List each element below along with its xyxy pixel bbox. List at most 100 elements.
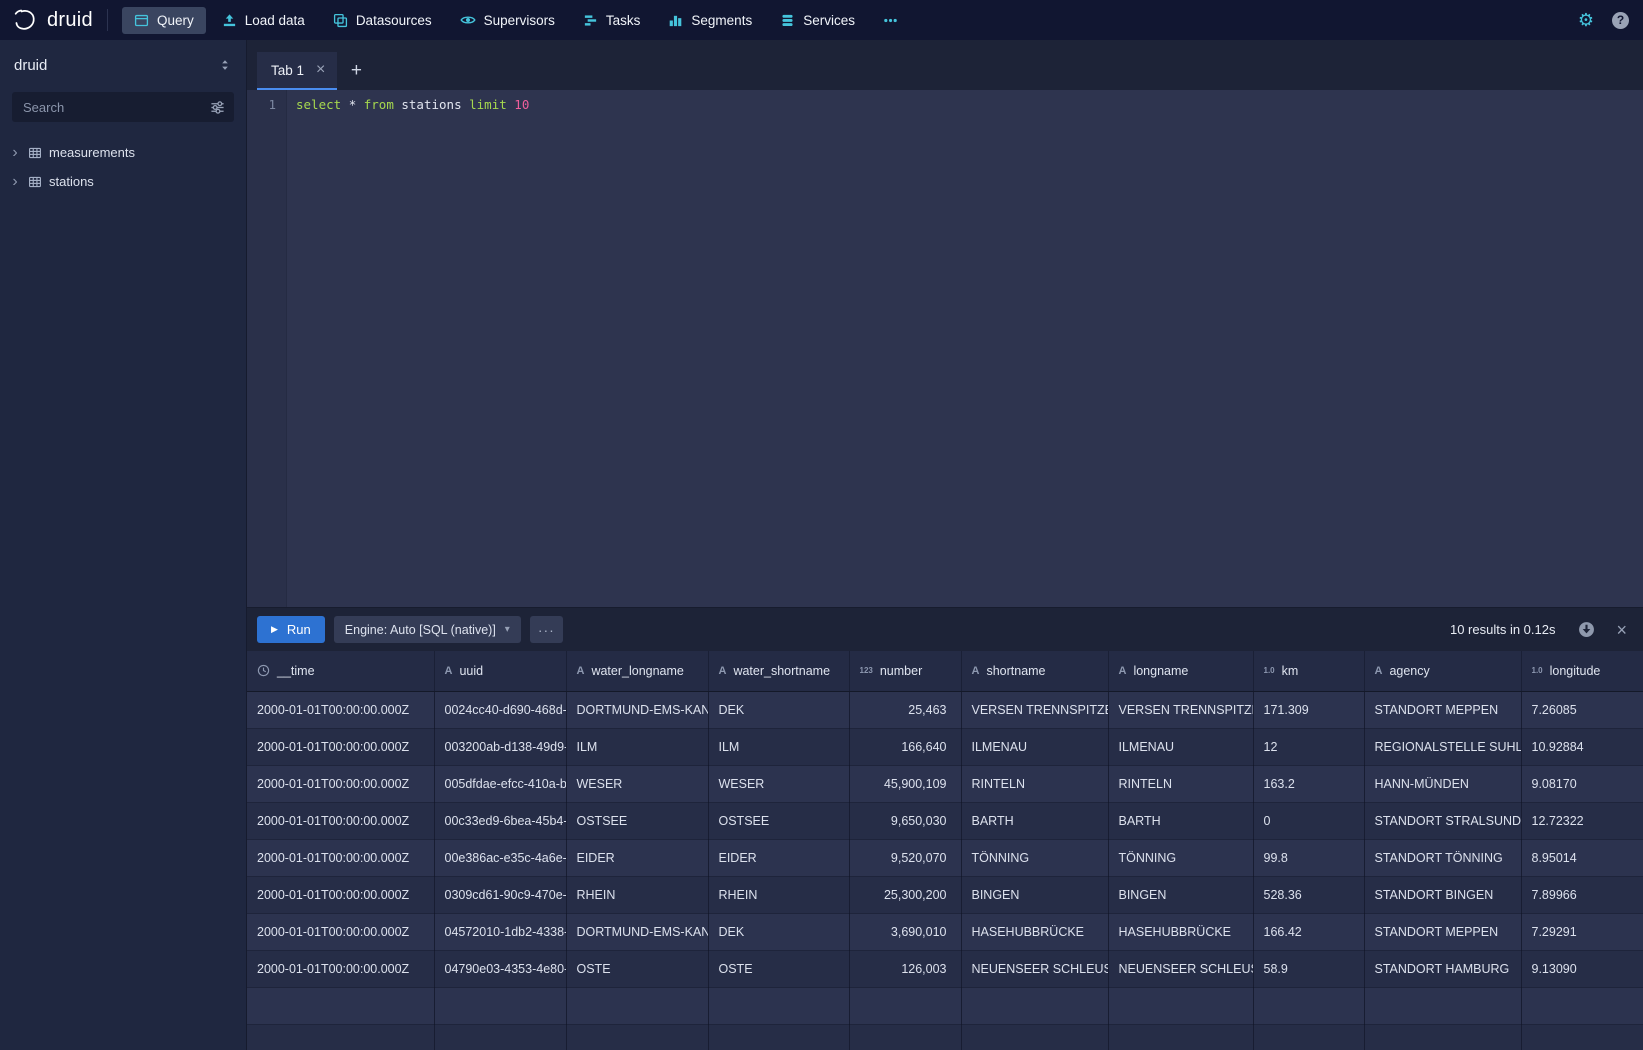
table-cell[interactable]: 528.36 bbox=[1253, 876, 1364, 913]
table-cell[interactable]: STANDORT MEPPEN bbox=[1364, 913, 1521, 950]
table-cell[interactable]: 58.9 bbox=[1253, 950, 1364, 987]
table-cell[interactable] bbox=[1364, 1024, 1521, 1050]
table-cell[interactable]: RHEIN bbox=[566, 876, 708, 913]
nav-item-datasources[interactable]: Datasources bbox=[321, 7, 444, 34]
table-cell[interactable]: EIDER bbox=[708, 839, 849, 876]
chevron-right-icon[interactable]: › bbox=[9, 145, 21, 161]
table-cell[interactable]: BARTH bbox=[961, 802, 1108, 839]
table-cell[interactable]: 2000-01-01T00:00:00.000Z bbox=[247, 876, 434, 913]
table-cell[interactable]: 0309cd61-90c9-470e-99 bbox=[434, 876, 566, 913]
run-button[interactable]: ▶ Run bbox=[257, 616, 325, 643]
column-header-longitude[interactable]: 1.0longitude bbox=[1521, 651, 1643, 691]
tab-1[interactable]: Tab 1 × bbox=[257, 52, 337, 90]
download-icon[interactable] bbox=[1578, 621, 1595, 638]
table-cell[interactable]: 003200ab-d138-49d9-a bbox=[434, 728, 566, 765]
table-cell[interactable]: DORTMUND-EMS-KANA bbox=[566, 691, 708, 728]
table-cell[interactable]: 7.29291 bbox=[1521, 913, 1643, 950]
table-cell[interactable]: DEK bbox=[708, 691, 849, 728]
table-cell[interactable]: 99.8 bbox=[1253, 839, 1364, 876]
table-cell[interactable]: 12.72322 bbox=[1521, 802, 1643, 839]
table-cell[interactable]: DORTMUND-EMS-KANA bbox=[566, 913, 708, 950]
table-cell[interactable] bbox=[247, 987, 434, 1024]
table-cell[interactable]: 9.13090 bbox=[1521, 950, 1643, 987]
table-cell[interactable] bbox=[434, 1024, 566, 1050]
nav-item-query[interactable]: Query bbox=[122, 7, 206, 34]
table-cell[interactable] bbox=[708, 987, 849, 1024]
table-cell[interactable]: 2000-01-01T00:00:00.000Z bbox=[247, 839, 434, 876]
settings-gear-icon[interactable]: ⚙ bbox=[1578, 11, 1594, 29]
column-header-km[interactable]: 1.0km bbox=[1253, 651, 1364, 691]
table-cell[interactable]: NEUENSEER SCHLEUSEN bbox=[1108, 950, 1253, 987]
table-cell[interactable] bbox=[961, 1024, 1108, 1050]
table-cell[interactable] bbox=[1108, 987, 1253, 1024]
table-cell[interactable] bbox=[708, 1024, 849, 1050]
table-cell[interactable]: HASEHUBBRÜCKE bbox=[1108, 913, 1253, 950]
table-cell[interactable]: 3,690,010 bbox=[849, 913, 961, 950]
table-cell[interactable] bbox=[961, 987, 1108, 1024]
table-cell[interactable]: WESER bbox=[708, 765, 849, 802]
tree-item-measurements[interactable]: ›measurements bbox=[0, 138, 246, 167]
table-cell[interactable] bbox=[1521, 1024, 1643, 1050]
column-header-uuid[interactable]: Auuid bbox=[434, 651, 566, 691]
table-cell[interactable]: EIDER bbox=[566, 839, 708, 876]
column-header-water-longname[interactable]: Awater_longname bbox=[566, 651, 708, 691]
table-cell[interactable]: OSTSEE bbox=[566, 802, 708, 839]
table-cell[interactable]: VERSEN TRENNSPITZE bbox=[961, 691, 1108, 728]
table-cell[interactable]: 2000-01-01T00:00:00.000Z bbox=[247, 765, 434, 802]
table-cell[interactable] bbox=[849, 987, 961, 1024]
table-cell[interactable]: HANN-MÜNDEN bbox=[1364, 765, 1521, 802]
table-cell[interactable]: 166,640 bbox=[849, 728, 961, 765]
table-cell[interactable]: 166.42 bbox=[1253, 913, 1364, 950]
help-icon[interactable]: ? bbox=[1612, 12, 1629, 29]
table-cell[interactable] bbox=[1253, 987, 1364, 1024]
table-cell[interactable]: BINGEN bbox=[1108, 876, 1253, 913]
table-cell[interactable]: ILM bbox=[566, 728, 708, 765]
table-cell[interactable] bbox=[849, 1024, 961, 1050]
table-cell[interactable]: TÖNNING bbox=[961, 839, 1108, 876]
table-cell[interactable]: 005dfdae-efcc-410a-bf1 bbox=[434, 765, 566, 802]
close-results-icon[interactable]: × bbox=[1616, 621, 1627, 639]
column-header-longname[interactable]: Alongname bbox=[1108, 651, 1253, 691]
table-cell[interactable] bbox=[1108, 1024, 1253, 1050]
table-cell[interactable] bbox=[247, 1024, 434, 1050]
table-cell[interactable]: 04572010-1db2-4338-85 bbox=[434, 913, 566, 950]
table-cell[interactable]: 2000-01-01T00:00:00.000Z bbox=[247, 691, 434, 728]
table-cell[interactable]: 163.2 bbox=[1253, 765, 1364, 802]
table-cell[interactable]: OSTE bbox=[708, 950, 849, 987]
column-header-agency[interactable]: Aagency bbox=[1364, 651, 1521, 691]
table-cell[interactable]: OSTE bbox=[566, 950, 708, 987]
new-tab-button[interactable]: + bbox=[337, 52, 375, 90]
column-header-shortname[interactable]: Ashortname bbox=[961, 651, 1108, 691]
column-header-time[interactable]: __time bbox=[247, 651, 434, 691]
table-cell[interactable]: STANDORT STRALSUND bbox=[1364, 802, 1521, 839]
table-cell[interactable]: BINGEN bbox=[961, 876, 1108, 913]
chevron-right-icon[interactable]: › bbox=[9, 174, 21, 190]
nav-item-tasks[interactable]: Tasks bbox=[571, 7, 653, 34]
query-text[interactable]: select * from stations limit 10 bbox=[287, 90, 529, 607]
table-cell[interactable]: 00c33ed9-6bea-45b4-87 bbox=[434, 802, 566, 839]
search-box[interactable] bbox=[12, 92, 234, 122]
table-cell[interactable]: RHEIN bbox=[708, 876, 849, 913]
table-cell[interactable]: VERSEN TRENNSPITZE bbox=[1108, 691, 1253, 728]
table-cell[interactable]: 12 bbox=[1253, 728, 1364, 765]
table-cell[interactable]: 126,003 bbox=[849, 950, 961, 987]
table-cell[interactable]: 7.89966 bbox=[1521, 876, 1643, 913]
table-cell[interactable]: STANDORT MEPPEN bbox=[1364, 691, 1521, 728]
table-cell[interactable]: 7.26085 bbox=[1521, 691, 1643, 728]
tree-item-stations[interactable]: ›stations bbox=[0, 167, 246, 196]
nav-item-segments[interactable]: Segments bbox=[656, 7, 764, 34]
column-header-water-shortname[interactable]: Awater_shortname bbox=[708, 651, 849, 691]
double-caret-icon[interactable] bbox=[218, 58, 232, 72]
table-cell[interactable]: HASEHUBBRÜCKE bbox=[961, 913, 1108, 950]
table-cell[interactable]: WESER bbox=[566, 765, 708, 802]
table-cell[interactable] bbox=[566, 1024, 708, 1050]
more-options-button[interactable]: ··· bbox=[530, 616, 563, 643]
table-cell[interactable]: 2000-01-01T00:00:00.000Z bbox=[247, 728, 434, 765]
table-cell[interactable]: 171.309 bbox=[1253, 691, 1364, 728]
table-cell[interactable]: 04790e03-4353-4e80-be bbox=[434, 950, 566, 987]
table-cell[interactable]: 45,900,109 bbox=[849, 765, 961, 802]
table-cell[interactable]: STANDORT HAMBURG bbox=[1364, 950, 1521, 987]
table-cell[interactable]: BARTH bbox=[1108, 802, 1253, 839]
table-cell[interactable]: 25,463 bbox=[849, 691, 961, 728]
table-cell[interactable]: 2000-01-01T00:00:00.000Z bbox=[247, 950, 434, 987]
